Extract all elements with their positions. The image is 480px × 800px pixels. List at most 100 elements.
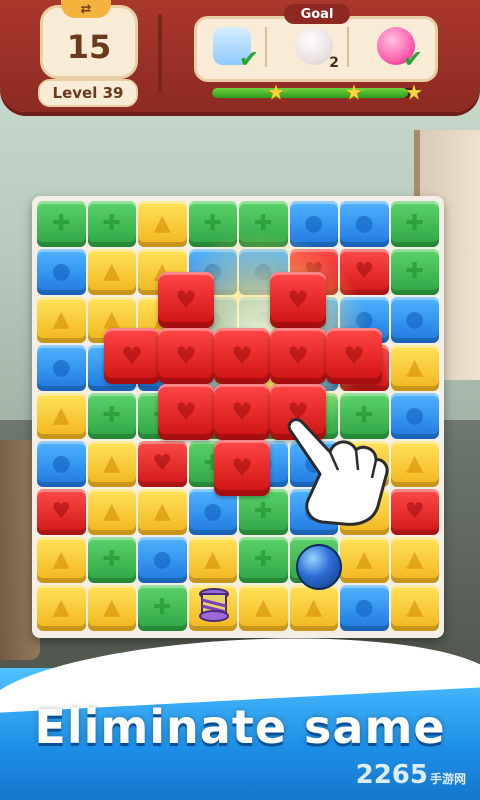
progress-bar (212, 88, 418, 98)
red-cube[interactable]: ♥ (138, 441, 187, 487)
star-icon: ★ (345, 80, 363, 104)
board-cell: ● (289, 200, 340, 248)
yellow-cube[interactable]: ▲ (390, 441, 439, 487)
yellow-cube-glyph: ▲ (406, 547, 424, 572)
board-cell: ▲ (238, 584, 289, 632)
star-icon: ★ (267, 80, 285, 104)
green-cube[interactable]: ✚ (138, 585, 187, 631)
board-cell: ▲ (390, 584, 441, 632)
yellow-cube[interactable]: ▲ (390, 345, 439, 391)
yellow-cube[interactable]: ▲ (37, 537, 86, 583)
board-cell: ● (36, 344, 87, 392)
red-cube[interactable]: ♥ (214, 440, 270, 496)
blue-cube-glyph: ● (203, 499, 223, 524)
red-cube[interactable]: ♥ (390, 489, 439, 535)
yellow-cube[interactable]: ▲ (37, 585, 86, 631)
board-cell: ▲ (390, 536, 441, 584)
red-cube[interactable]: ♥ (104, 328, 160, 384)
red-cube[interactable]: ♥ (158, 384, 214, 440)
red-cube[interactable]: ♥ (158, 272, 214, 328)
yellow-cube-glyph: ▲ (204, 547, 222, 572)
goal-slot-bubble: 2 (287, 25, 349, 71)
board-cell: ▲ (87, 248, 138, 296)
board-cell: ♥ (339, 248, 390, 296)
yellow-cube[interactable]: ▲ (289, 585, 338, 631)
green-cube-glyph: ✚ (405, 259, 424, 284)
red-cube[interactable]: ♥ (214, 328, 270, 384)
red-cube[interactable]: ♥ (158, 328, 214, 384)
board-cell: ✚ (390, 200, 441, 248)
blue-cube[interactable]: ● (37, 345, 86, 391)
yellow-cube[interactable]: ▲ (239, 585, 288, 631)
hud-divider (158, 14, 162, 94)
red-cube[interactable]: ♥ (326, 328, 382, 384)
blue-cube[interactable]: ● (340, 585, 389, 631)
yellow-cube[interactable]: ▲ (390, 537, 439, 583)
blue-cube[interactable]: ● (138, 537, 187, 583)
green-cube[interactable]: ✚ (37, 201, 86, 247)
yellow-cube-glyph: ▲ (305, 595, 323, 620)
board-cell: ✚ (188, 200, 239, 248)
board-cell: ✚ (238, 200, 289, 248)
yellow-cube[interactable]: ▲ (340, 537, 389, 583)
green-cube-glyph: ✚ (254, 499, 273, 524)
blue-cube[interactable]: ● (340, 201, 389, 247)
green-cube[interactable]: ✚ (188, 201, 237, 247)
red-cube[interactable]: ♥ (37, 489, 86, 535)
board-cell: ▲ (36, 584, 87, 632)
yellow-cube-glyph: ▲ (355, 547, 373, 572)
blue-cube[interactable]: ● (390, 297, 439, 343)
board-cell: ✚ (390, 248, 441, 296)
green-cube[interactable]: ✚ (390, 249, 439, 295)
green-cube[interactable]: ✚ (87, 201, 136, 247)
blue-cube[interactable]: ● (37, 249, 86, 295)
green-cube[interactable]: ✚ (239, 537, 288, 583)
yellow-cube-glyph: ▲ (52, 595, 70, 620)
yellow-cube[interactable]: ▲ (188, 537, 237, 583)
blue-cube-glyph: ● (152, 547, 172, 572)
red-cube[interactable]: ♥ (270, 328, 326, 384)
yellow-cube-glyph: ▲ (103, 595, 121, 620)
board-cell: ● (339, 584, 390, 632)
yellow-cube-glyph: ▲ (103, 259, 121, 284)
green-cube[interactable]: ✚ (87, 393, 136, 439)
blue-cube[interactable]: ● (37, 441, 86, 487)
bubble-icon (295, 27, 333, 65)
green-cube-glyph: ✚ (203, 211, 222, 236)
blue-cube[interactable]: ● (390, 393, 439, 439)
red-cube[interactable]: ♥ (270, 272, 326, 328)
yellow-cube-glyph: ▲ (406, 451, 424, 476)
green-cube-glyph: ✚ (102, 547, 121, 572)
yellow-cube[interactable]: ▲ (390, 585, 439, 631)
goal-slot-pillow: ✔ (205, 25, 267, 71)
yellow-cube[interactable]: ▲ (37, 297, 86, 343)
disco-ball-icon[interactable] (296, 544, 342, 590)
green-cube-glyph: ✚ (102, 211, 121, 236)
green-cube-glyph: ✚ (52, 211, 71, 236)
spinning-top-icon[interactable] (196, 586, 232, 626)
red-cube[interactable]: ♥ (214, 384, 270, 440)
yellow-cube[interactable]: ▲ (37, 393, 86, 439)
yellow-cube-glyph: ▲ (103, 451, 121, 476)
yellow-cube[interactable]: ▲ (87, 441, 136, 487)
swap-icon[interactable]: ⇄ (61, 0, 111, 18)
board-cell: ✚ (87, 200, 138, 248)
green-cube[interactable]: ✚ (87, 537, 136, 583)
board-cell: ▲ (339, 536, 390, 584)
green-cube[interactable]: ✚ (239, 201, 288, 247)
yellow-cube[interactable]: ▲ (138, 201, 187, 247)
yellow-cube[interactable]: ▲ (87, 489, 136, 535)
goal-title: Goal (284, 4, 350, 24)
green-cube[interactable]: ✚ (390, 201, 439, 247)
goal-count: 2 (329, 55, 339, 71)
red-cube-glyph: ♥ (51, 499, 72, 524)
red-cube[interactable]: ♥ (340, 249, 389, 295)
green-cube-glyph: ✚ (405, 211, 424, 236)
yellow-cube[interactable]: ▲ (138, 489, 187, 535)
blue-cube-glyph: ● (405, 403, 425, 428)
board-cell: ▲ (289, 584, 340, 632)
yellow-cube[interactable]: ▲ (87, 249, 136, 295)
yellow-cube[interactable]: ▲ (87, 585, 136, 631)
hand-pointer-icon (287, 418, 389, 526)
blue-cube[interactable]: ● (289, 201, 338, 247)
